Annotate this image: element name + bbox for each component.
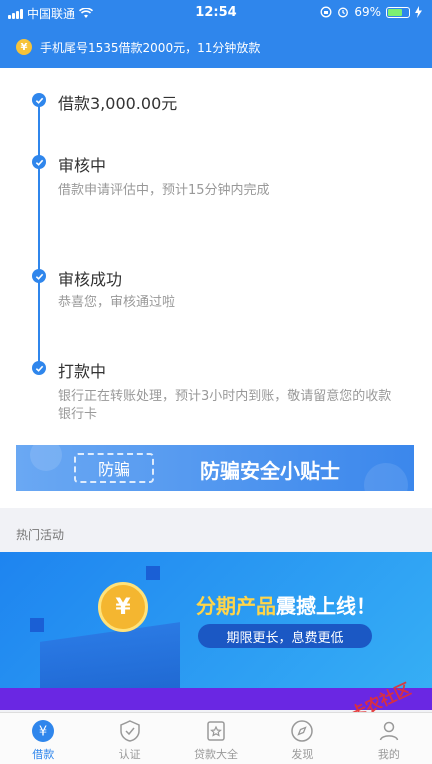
promo-headline-highlight: 分期产品 xyxy=(196,594,276,618)
yen-coin-icon: ¥ xyxy=(31,719,55,743)
tab-loan-directory[interactable]: 贷款大全 xyxy=(173,713,259,764)
star-bag-icon xyxy=(204,719,228,743)
tab-label: 我的 xyxy=(377,748,400,761)
status-right: 69% xyxy=(320,5,422,19)
tab-label: 发现 xyxy=(291,748,314,761)
section-label-hot-activities: 热门活动 xyxy=(16,528,65,542)
tab-label: 借款 xyxy=(32,748,55,761)
battery-icon xyxy=(386,6,410,18)
tab-loan[interactable]: ¥ 借款 xyxy=(0,713,86,764)
banner-title: 防骗安全小贴士 xyxy=(200,459,340,483)
notice-text: 手机尾号1535借款2000元，11分钟放款 xyxy=(40,40,261,55)
loan-progress-card: 借款3,000.00元 审核中 借款申请评估中，预计15分钟内完成 审核成功 恭… xyxy=(0,68,432,508)
alarm-icon xyxy=(338,7,349,18)
tab-discover[interactable]: 发现 xyxy=(259,713,345,764)
status-bar: 中国联通 12:54 69% xyxy=(0,0,432,26)
cube-decoration xyxy=(146,566,160,580)
step-title: 借款3,000.00元 xyxy=(58,94,178,113)
promo-pill: 期限更长，息费更低 xyxy=(198,624,372,648)
timeline-line xyxy=(38,98,40,368)
charging-icon xyxy=(415,6,422,18)
check-icon xyxy=(32,269,46,283)
user-icon xyxy=(377,719,401,743)
loan-notice-bar: ¥ 手机尾号1535借款2000元，11分钟放款 xyxy=(0,26,432,68)
step-description: 恭喜您，审核通过啦 xyxy=(58,295,176,310)
rotation-lock-icon xyxy=(320,6,332,18)
yen-coin-icon: ¥ xyxy=(16,39,32,55)
banner-tag: 防骗 xyxy=(74,453,154,483)
tab-verify[interactable]: 认证 xyxy=(86,713,172,764)
svg-text:¥: ¥ xyxy=(39,725,47,740)
cube-decoration xyxy=(30,618,44,632)
yen-coin-icon: ¥ xyxy=(98,582,148,632)
step-title: 审核成功 xyxy=(58,270,123,289)
promo-headline-rest: 震撼上线！ xyxy=(276,594,376,618)
step-description: 银行正在转账处理，预计3小时内到账，敬请留意您的收款银行卡 xyxy=(58,389,392,422)
tab-mine[interactable]: 我的 xyxy=(346,713,432,764)
promo-headline: 分期产品震撼上线！ xyxy=(196,590,376,619)
step-title: 打款中 xyxy=(58,362,107,381)
check-icon xyxy=(32,155,46,169)
tab-label: 认证 xyxy=(118,748,141,761)
step-title: 审核中 xyxy=(58,156,107,175)
bottom-tab-bar: ¥ 借款 认证 贷款大全 发现 我的 xyxy=(0,712,432,764)
shield-check-icon xyxy=(118,719,142,743)
anti-fraud-tips-banner[interactable]: 防骗 防骗安全小贴士 xyxy=(16,445,414,491)
check-icon xyxy=(32,361,46,375)
battery-percent: 69% xyxy=(354,5,381,19)
tab-label: 贷款大全 xyxy=(194,748,239,761)
step-description: 借款申请评估中，预计15分钟内完成 xyxy=(58,183,270,198)
compass-icon xyxy=(290,719,314,743)
check-icon xyxy=(32,93,46,107)
